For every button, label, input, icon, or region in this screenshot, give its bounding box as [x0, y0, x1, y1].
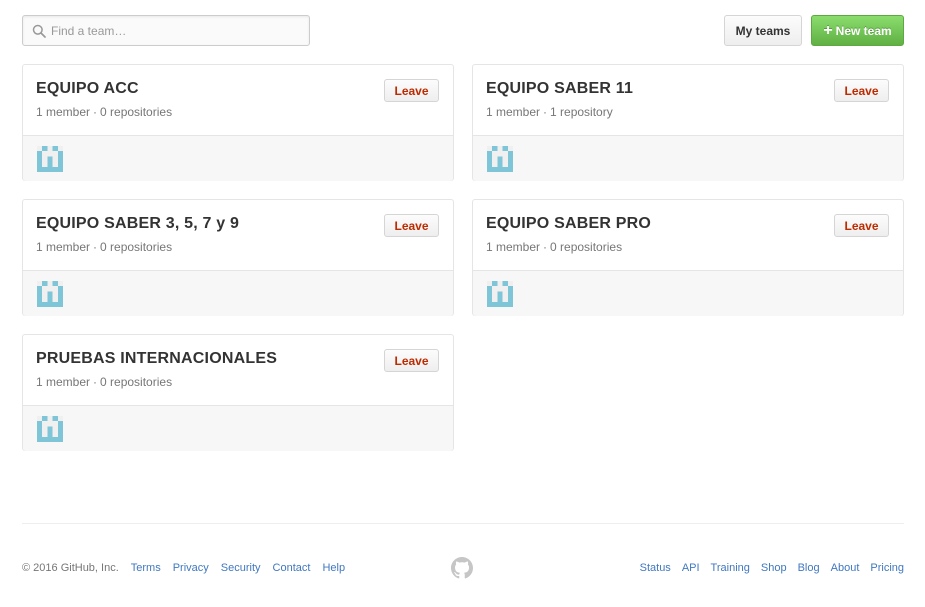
team-meta: 1 member · 0 repositories	[36, 375, 172, 389]
new-team-label: New team	[835, 23, 892, 38]
footer-link-api[interactable]: API	[682, 562, 700, 574]
my-teams-button[interactable]: My teams	[724, 15, 802, 46]
footer-link-pricing[interactable]: Pricing	[870, 562, 904, 574]
team-repo-count[interactable]: 1 repository	[550, 105, 613, 119]
leave-team-button[interactable]: Leave	[384, 349, 439, 372]
team-members-strip	[23, 270, 453, 316]
footer-link-about[interactable]: About	[831, 562, 860, 574]
member-avatar[interactable]	[37, 416, 63, 442]
meta-separator: ·	[93, 105, 98, 119]
team-search-box[interactable]	[22, 15, 310, 46]
team-name-link[interactable]: EQUIPO SABER PRO	[486, 215, 651, 233]
plus-icon: +	[823, 21, 833, 39]
team-members-strip	[473, 135, 903, 181]
member-avatar[interactable]	[487, 146, 513, 172]
team-name-link[interactable]: EQUIPO SABER 3, 5, 7 y 9	[36, 215, 239, 233]
footer-link-privacy[interactable]: Privacy	[173, 562, 209, 574]
meta-separator: ·	[93, 375, 98, 389]
my-teams-label: My teams	[735, 23, 791, 38]
team-member-count[interactable]: 1 member	[36, 105, 90, 119]
team-card: EQUIPO SABER 3, 5, 7 y 9 1 member · 0 repo…	[22, 199, 454, 316]
meta-separator: ·	[543, 240, 548, 254]
team-card: EQUIPO SABER PRO 1 member · 0 repositories…	[472, 199, 904, 316]
team-meta: 1 member · 0 repositories	[36, 240, 172, 254]
member-avatar[interactable]	[37, 281, 63, 307]
team-member-count[interactable]: 1 member	[486, 240, 540, 254]
member-avatar[interactable]	[37, 146, 63, 172]
footer-link-status[interactable]: Status	[640, 562, 671, 574]
team-name-link[interactable]: EQUIPO ACC	[36, 80, 139, 98]
leave-team-button[interactable]: Leave	[384, 79, 439, 102]
footer-link-training[interactable]: Training	[711, 562, 750, 574]
footer-right-links: Status API Training Shop Blog About Pric…	[629, 562, 904, 574]
team-member-count[interactable]: 1 member	[36, 375, 90, 389]
footer-left-links: © 2016 GitHub, Inc. Terms Privacy Securi…	[22, 562, 357, 574]
team-repo-count[interactable]: 0 repositories	[100, 105, 172, 119]
team-card: PRUEBAS INTERNACIONALES 1 member · 0 repos…	[22, 334, 454, 451]
team-member-count[interactable]: 1 member	[486, 105, 540, 119]
team-repo-count[interactable]: 0 repositories	[100, 375, 172, 389]
team-meta: 1 member · 1 repository	[486, 105, 613, 119]
team-name-link[interactable]: PRUEBAS INTERNACIONALES	[36, 350, 277, 368]
footer-link-security[interactable]: Security	[221, 562, 261, 574]
team-members-strip	[23, 405, 453, 451]
footer-copyright: © 2016 GitHub, Inc.	[22, 562, 119, 574]
team-card: EQUIPO ACC 1 member · 0 repositories Leave	[22, 64, 454, 181]
footer-link-terms[interactable]: Terms	[131, 562, 161, 574]
meta-separator: ·	[93, 240, 98, 254]
footer-link-help[interactable]: Help	[322, 562, 345, 574]
meta-separator: ·	[543, 105, 548, 119]
leave-team-button[interactable]: Leave	[834, 214, 889, 237]
team-members-strip	[23, 135, 453, 181]
github-octocat-icon[interactable]	[451, 557, 473, 579]
team-repo-count[interactable]: 0 repositories	[100, 240, 172, 254]
team-name-link[interactable]: EQUIPO SABER 11	[486, 80, 633, 98]
footer-divider	[22, 523, 904, 524]
member-avatar[interactable]	[487, 281, 513, 307]
footer-link-contact[interactable]: Contact	[273, 562, 311, 574]
footer-link-shop[interactable]: Shop	[761, 562, 787, 574]
team-member-count[interactable]: 1 member	[36, 240, 90, 254]
team-meta: 1 member · 0 repositories	[486, 240, 622, 254]
leave-team-button[interactable]: Leave	[834, 79, 889, 102]
footer-link-blog[interactable]: Blog	[798, 562, 820, 574]
new-team-button[interactable]: + New team	[811, 15, 904, 46]
team-meta: 1 member · 0 repositories	[36, 105, 172, 119]
leave-team-button[interactable]: Leave	[384, 214, 439, 237]
team-repo-count[interactable]: 0 repositories	[550, 240, 622, 254]
team-search-input[interactable]	[51, 23, 301, 38]
search-icon	[32, 24, 46, 38]
team-members-strip	[473, 270, 903, 316]
team-card: EQUIPO SABER 11 1 member · 1 repository Le…	[472, 64, 904, 181]
